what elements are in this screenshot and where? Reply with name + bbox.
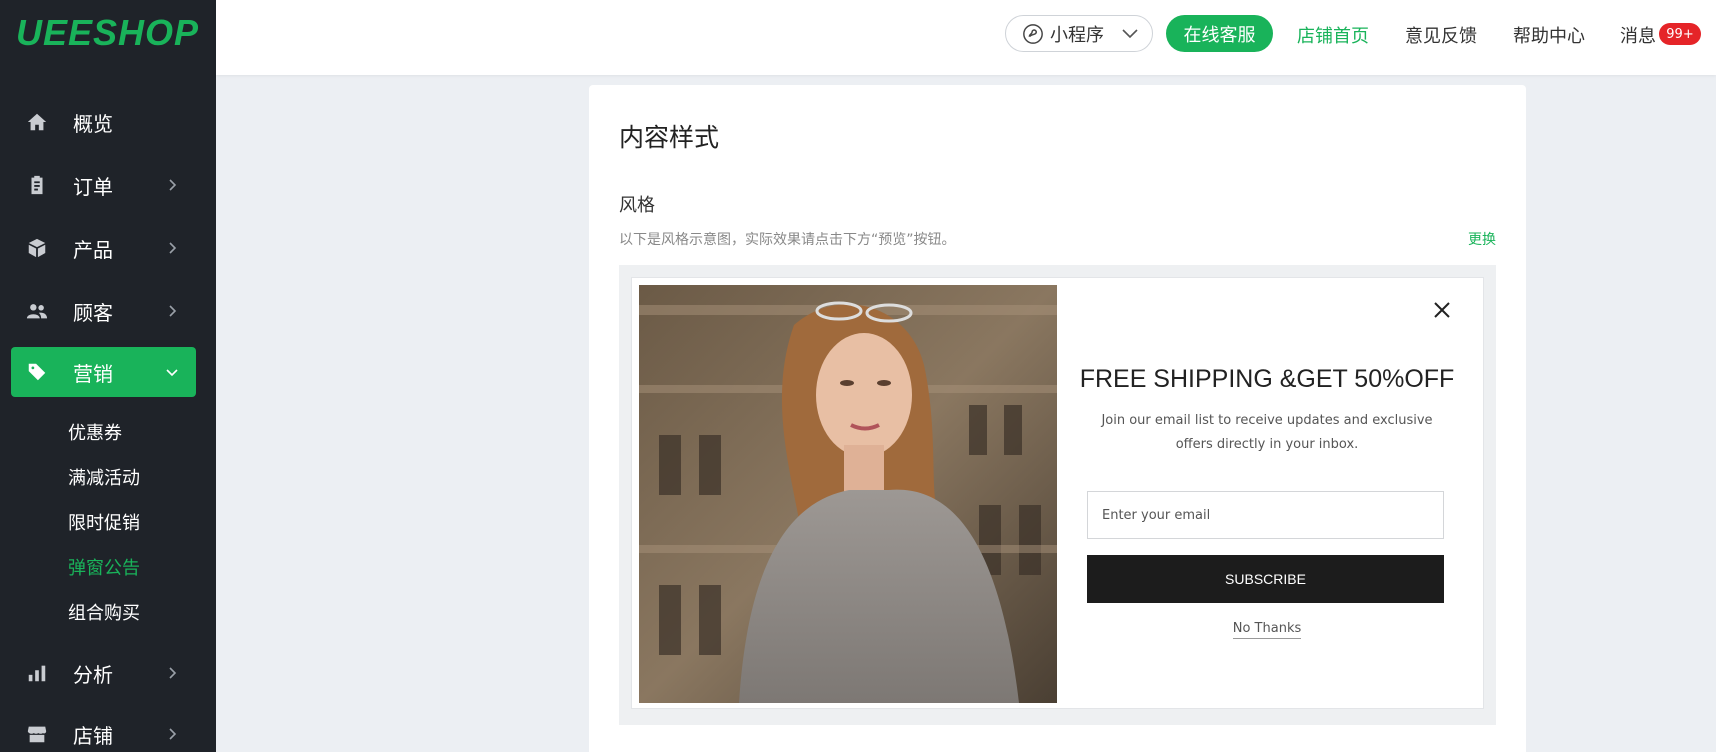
subscribe-button[interactable]: SUBSCRIBE <box>1087 555 1444 603</box>
sidebar-item-customers[interactable]: 顾客 <box>11 286 196 336</box>
sidebar-item-label: 概览 <box>73 111 113 136</box>
sidebar-item-marketing[interactable]: 营销 <box>11 347 196 397</box>
card-title: 内容样式 <box>619 123 720 152</box>
clipboard-icon <box>25 173 49 197</box>
mini-program-label: 小程序 <box>1050 24 1104 46</box>
chevron-right-icon <box>162 663 182 683</box>
logo: UEESHOP <box>16 12 200 53</box>
email-field[interactable] <box>1087 491 1444 539</box>
sidebar-item-label: 店铺 <box>73 723 113 748</box>
no-thanks-link-wrapper: No Thanks <box>1057 621 1477 639</box>
sidebar-item-label: 营销 <box>73 361 113 386</box>
sidebar-item-label: 顾客 <box>73 300 113 325</box>
change-style-link[interactable]: 更换 <box>1468 229 1496 249</box>
sidebar-item-overview[interactable]: 概览 <box>11 97 196 147</box>
sidebar-subitem-bundle-purchase[interactable]: 组合购买 <box>68 599 140 625</box>
sidebar-item-label: 分析 <box>73 662 113 687</box>
chevron-right-icon <box>162 724 182 744</box>
mini-program-select[interactable]: 小程序 <box>1005 15 1153 52</box>
sidebar-subitem-flash-sale[interactable]: 限时促销 <box>68 509 140 535</box>
style-section-label: 风格 <box>619 195 655 216</box>
top-bar <box>216 0 1716 75</box>
popup-photo <box>639 285 1057 703</box>
chevron-down-icon <box>1122 28 1138 38</box>
style-hint-text: 以下是风格示意图，实际效果请点击下方“预览”按钮。 <box>619 232 956 248</box>
sidebar-subitem-coupons[interactable]: 优惠券 <box>68 419 122 445</box>
sidebar-item-orders[interactable]: 订单 <box>11 160 196 210</box>
store-icon <box>25 722 49 746</box>
sidebar-item-store[interactable]: 店铺 <box>11 709 196 752</box>
tag-icon <box>25 360 49 384</box>
sidebar-item-label: 产品 <box>73 237 113 262</box>
subscribe-popup: FREE SHIPPING &GET 50%OFF Join our email… <box>1057 285 1477 703</box>
sidebar-subitem-popup-announcement[interactable]: 弹窗公告 <box>68 554 140 580</box>
sidebar-item-label: 订单 <box>73 174 113 199</box>
popup-preview: FREE SHIPPING &GET 50%OFF Join our email… <box>631 277 1484 709</box>
bar-chart-icon <box>25 661 49 685</box>
sidebar-item-analytics[interactable]: 分析 <box>11 648 196 698</box>
messages-link[interactable]: 消息 <box>1620 22 1656 48</box>
home-icon <box>25 110 49 134</box>
sidebar: UEESHOP 概览 订单 产品 顾客 营销 优惠券 满减活动 限时促销 弹窗公… <box>0 0 216 752</box>
message-count-badge: 99+ <box>1659 23 1701 45</box>
popup-title: FREE SHIPPING &GET 50%OFF <box>1079 365 1455 393</box>
feedback-link[interactable]: 意见反馈 <box>1405 22 1477 48</box>
popup-description: Join our email list to receive updates a… <box>1101 413 1433 452</box>
help-center-link[interactable]: 帮助中心 <box>1513 22 1585 48</box>
chevron-right-icon <box>162 238 182 258</box>
close-icon[interactable] <box>1431 299 1453 321</box>
sidebar-subitem-discount-campaign[interactable]: 满减活动 <box>68 464 140 490</box>
chevron-down-icon <box>162 362 182 382</box>
chevron-right-icon <box>162 301 182 321</box>
no-thanks-link[interactable]: No Thanks <box>1232 621 1302 639</box>
mini-program-icon <box>1023 23 1043 44</box>
users-icon <box>25 299 49 323</box>
sidebar-item-products[interactable]: 产品 <box>11 223 196 273</box>
online-service-button[interactable]: 在线客服 <box>1166 15 1273 52</box>
content-style-card: 内容样式 风格 以下是风格示意图，实际效果请点击下方“预览”按钮。 更换 FRE… <box>589 85 1526 752</box>
chevron-right-icon <box>162 175 182 195</box>
store-home-link[interactable]: 店铺首页 <box>1297 22 1369 48</box>
box-icon <box>25 236 49 260</box>
style-preview-frame: FREE SHIPPING &GET 50%OFF Join our email… <box>619 265 1496 725</box>
